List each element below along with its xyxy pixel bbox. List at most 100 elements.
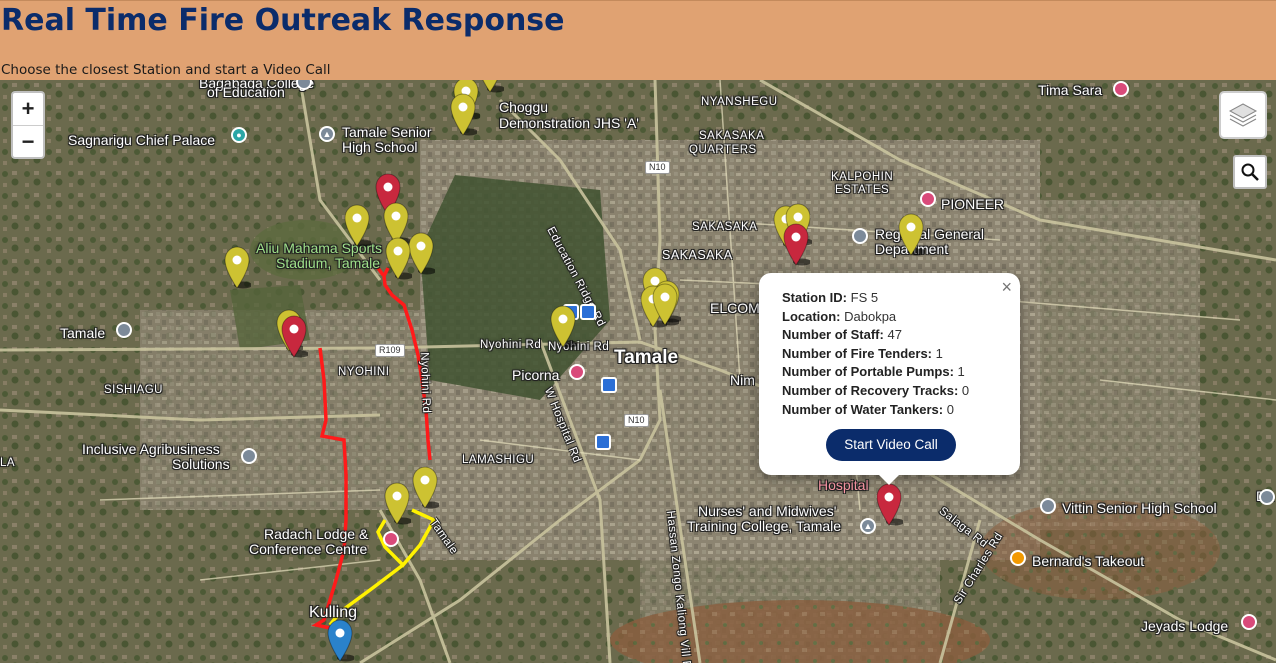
hotel-icon[interactable] [383, 531, 399, 547]
hotel-icon[interactable] [1241, 614, 1257, 630]
fire-station-marker[interactable] [383, 481, 412, 525]
map-label: High School [342, 139, 418, 155]
detail-label: Station ID: [782, 290, 847, 305]
map-label: Tamale Senior [342, 124, 432, 140]
page-header: Real Time Fire Outreak Response Choose t… [0, 0, 1276, 80]
map-label: Stadium, Tamale [276, 255, 381, 271]
detail-value: 1 [957, 364, 965, 380]
map-label: SISHIAGU [104, 384, 163, 396]
hotel-icon[interactable] [1113, 81, 1129, 97]
fire-station-marker[interactable] [449, 92, 478, 136]
map-label: NYANSHEGU [701, 96, 778, 108]
place-icon[interactable] [1259, 489, 1275, 505]
user-location-marker[interactable] [326, 618, 355, 662]
popup-tip [879, 475, 899, 485]
school-icon[interactable]: ▲ [860, 518, 876, 534]
detail-label: Number of Portable Pumps: [782, 364, 954, 380]
map-label: ESTATES [835, 184, 890, 196]
bus-stop-icon[interactable] [601, 377, 617, 393]
map-label: Demonstration JHS 'A' [499, 115, 639, 131]
map-label: Tamale [614, 347, 679, 368]
place-icon[interactable] [241, 448, 257, 464]
detail-row: Station ID: FS 5 [782, 289, 969, 308]
detail-value: 0 [946, 401, 954, 417]
fire-alert-marker[interactable] [875, 482, 904, 526]
detail-label: Location: [782, 308, 841, 324]
map-label: Vittin Senior High School [1062, 500, 1217, 516]
map-label: NYOHINI [338, 366, 390, 378]
fire-alert-marker[interactable] [782, 222, 811, 266]
hospital-icon[interactable] [569, 364, 585, 380]
map-label: SAKASAKA [699, 130, 765, 142]
fire-station-marker[interactable] [476, 80, 505, 93]
fire-alert-marker[interactable] [280, 314, 309, 358]
detail-value: 47 [887, 327, 902, 343]
fire-station-marker[interactable] [343, 203, 372, 247]
fire-station-marker[interactable] [411, 465, 440, 509]
fire-station-marker[interactable] [651, 282, 680, 326]
search-button[interactable] [1233, 155, 1267, 189]
road-shield: N10 [645, 161, 670, 174]
detail-row: Location: Dabokpa [782, 308, 969, 327]
map-label: Tamale [60, 325, 106, 341]
fire-station-marker[interactable] [223, 245, 252, 289]
map-label: Hospital [818, 477, 869, 493]
map-label: Radach Lodge & [264, 526, 369, 542]
camera-icon[interactable]: ● [231, 127, 247, 143]
detail-row: Number of Fire Tenders: 1 [782, 345, 969, 364]
station-popup: × Station ID: FS 5 Location: Dabokpa Num… [759, 273, 1020, 485]
detail-label: Number of Water Tankers: [782, 401, 944, 417]
map-label: KALPOHIN [831, 171, 894, 183]
place-icon[interactable] [852, 228, 868, 244]
bus-stop-icon[interactable] [595, 434, 611, 450]
detail-label: Number of Fire Tenders: [782, 345, 933, 361]
detail-label: Number of Recovery Tracks: [782, 382, 959, 398]
page-title: Real Time Fire Outreak Response [1, 3, 565, 38]
detail-value: 1 [935, 345, 943, 361]
map-view[interactable]: Bagabaga College of Education Sagnarigu … [0, 80, 1276, 663]
school-icon[interactable]: ▲ [319, 126, 335, 142]
detail-value: Dabokpa [844, 308, 897, 324]
map-label: SAKASAKA [662, 248, 733, 262]
detail-row: Number of Water Tankers: 0 [782, 401, 969, 420]
satellite-imagery [0, 80, 1276, 663]
zoom-in-button[interactable]: + [13, 93, 43, 125]
start-video-call-button[interactable]: Start Video Call [826, 429, 956, 461]
map-label: ELCOM [710, 300, 760, 316]
bus-stop-icon[interactable] [580, 304, 596, 320]
hotel-icon[interactable] [920, 191, 936, 207]
map-label: Nyohini Rd [418, 352, 433, 414]
zoom-control: + − [11, 91, 45, 159]
layers-icon [1228, 103, 1258, 127]
detail-row: Number of Portable Pumps: 1 [782, 363, 969, 382]
restaurant-icon[interactable] [1010, 550, 1026, 566]
map-label: Picorna [512, 367, 560, 383]
search-icon [1241, 163, 1259, 181]
map-label: Inclusive Agribusiness [82, 441, 220, 457]
road-shield: R109 [375, 344, 405, 357]
place-icon[interactable] [116, 322, 132, 338]
zoom-out-button[interactable]: − [13, 125, 43, 158]
place-icon[interactable] [1040, 498, 1056, 514]
map-label: Regional General [875, 226, 984, 242]
fire-station-marker[interactable] [897, 212, 926, 256]
map-label: Nim [730, 372, 755, 388]
map-label: Nurses' and Midwives' [698, 503, 837, 519]
detail-value: 0 [961, 382, 970, 398]
map-label: Training College, Tamale [687, 518, 842, 534]
page-subtitle: Choose the closest Station and start a V… [1, 62, 331, 78]
detail-label: Number of Staff: [782, 327, 884, 343]
detail-row: Number of Recovery Tracks: 0 [782, 382, 969, 401]
close-icon[interactable]: × [1001, 277, 1012, 298]
map-label: LAMASHIGU [462, 454, 535, 466]
detail-value: FS 5 [850, 290, 879, 305]
map-label: Solutions [172, 456, 230, 472]
detail-row: Number of Staff: 47 [782, 326, 969, 345]
station-details: Station ID: FS 5 Location: Dabokpa Numbe… [782, 289, 969, 419]
fire-station-marker[interactable] [384, 236, 413, 280]
fire-station-marker[interactable] [549, 304, 578, 348]
map-label: Choggu [499, 99, 549, 115]
map-label: QUARTERS [689, 144, 757, 156]
road-shield: N10 [624, 414, 649, 427]
layers-button[interactable] [1219, 91, 1267, 139]
